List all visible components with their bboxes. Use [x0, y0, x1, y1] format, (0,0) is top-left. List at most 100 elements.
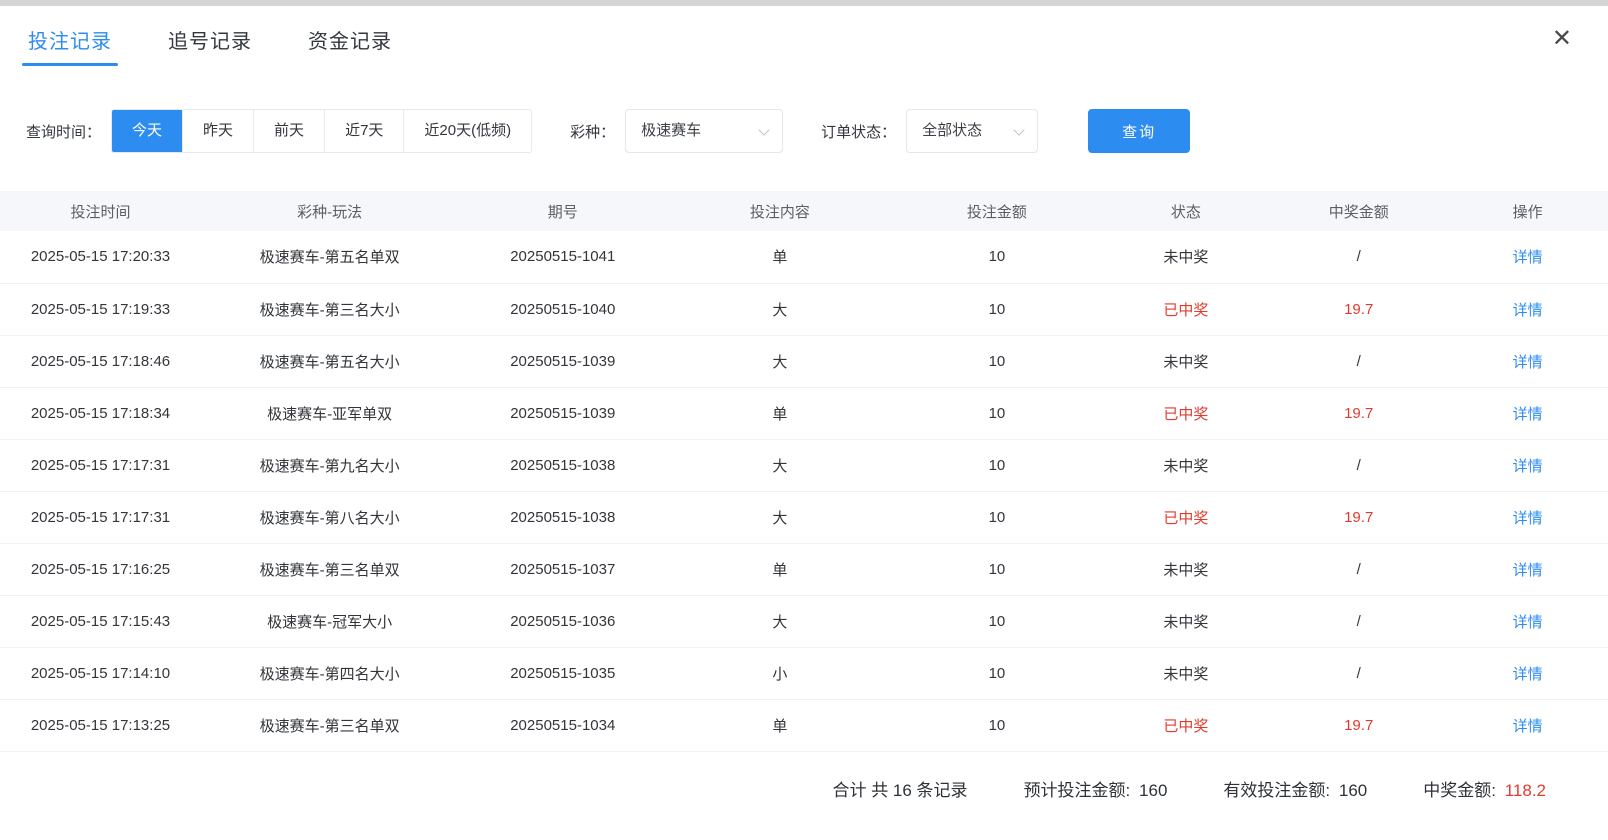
time-option-today[interactable]: 今天	[112, 110, 182, 152]
cell-bet-amount: 10	[892, 543, 1101, 595]
cell-prize-amount: /	[1270, 647, 1447, 699]
summary-prize-label: 中奖金额:	[1423, 781, 1496, 800]
cell-prize-amount: 19.7	[1270, 491, 1447, 543]
cell-game-play: 极速赛车-亚军单双	[201, 387, 458, 439]
cell-bet-content: 单	[667, 699, 892, 751]
cell-game-play: 极速赛车-第三名单双	[201, 543, 458, 595]
cell-issue: 20250515-1041	[458, 231, 667, 283]
time-option-last7days[interactable]: 近7天	[324, 110, 403, 152]
table-row: 2025-05-15 17:17:31 极速赛车-第九名大小 20250515-…	[0, 439, 1608, 491]
table-row: 2025-05-15 17:18:46 极速赛车-第五名大小 20250515-…	[0, 335, 1608, 387]
cell-issue: 20250515-1040	[458, 283, 667, 335]
summary-total-records: 合计 共 16 条记录	[832, 776, 967, 801]
table-row: 2025-05-15 17:18:34 极速赛车-亚军单双 20250515-1…	[0, 387, 1608, 439]
tab-chase-records[interactable]: 追号记录	[168, 6, 252, 72]
tab-fund-records[interactable]: 资金记录	[308, 6, 392, 72]
tab-bet-records[interactable]: 投注记录	[28, 6, 112, 72]
summary-prize-amount: 中奖金额: 118.2	[1419, 776, 1546, 801]
table-row: 2025-05-15 17:17:31 极速赛车-第八名大小 20250515-…	[0, 491, 1608, 543]
cell-bet-content: 大	[667, 595, 892, 647]
lottery-select[interactable]: 极速赛车	[625, 109, 783, 153]
time-filter-label: 查询时间：	[26, 121, 101, 142]
cell-game-play: 极速赛车-第九名大小	[201, 439, 458, 491]
cell-bet-amount: 10	[892, 387, 1101, 439]
cell-bet-content: 小	[667, 647, 892, 699]
bet-records-table: 投注时间 彩种-玩法 期号 投注内容 投注金额 状态 中奖金额 操作 2025-…	[0, 191, 1608, 752]
cell-bet-amount: 10	[892, 231, 1101, 283]
lottery-select-value: 极速赛车	[641, 122, 701, 139]
summary-valid-value: 160	[1339, 781, 1367, 800]
cell-game-play: 极速赛车-第八名大小	[201, 491, 458, 543]
detail-link[interactable]: 详情	[1513, 249, 1543, 266]
detail-link[interactable]: 详情	[1513, 562, 1543, 579]
time-option-day-before[interactable]: 前天	[253, 110, 324, 152]
cell-game-play: 极速赛车-第五名单双	[201, 231, 458, 283]
cell-bet-time: 2025-05-15 17:17:31	[0, 491, 201, 543]
cell-issue: 20250515-1035	[458, 647, 667, 699]
table-row: 2025-05-15 17:16:25 极速赛车-第三名单双 20250515-…	[0, 543, 1608, 595]
chevron-down-icon	[1013, 124, 1024, 135]
cell-bet-amount: 10	[892, 699, 1101, 751]
cell-bet-content: 单	[667, 231, 892, 283]
order-status-select[interactable]: 全部状态	[906, 109, 1038, 153]
cell-prize-amount: 19.7	[1270, 699, 1447, 751]
cell-bet-content: 大	[667, 439, 892, 491]
detail-link[interactable]: 详情	[1513, 458, 1543, 475]
order-status-filter-label: 订单状态：	[821, 121, 896, 142]
cell-status: 已中奖	[1101, 491, 1270, 543]
detail-link[interactable]: 详情	[1513, 718, 1543, 735]
cell-status: 未中奖	[1101, 231, 1270, 283]
time-option-yesterday[interactable]: 昨天	[182, 110, 253, 152]
cell-status: 未中奖	[1101, 439, 1270, 491]
table-row: 2025-05-15 17:13:25 极速赛车-第三名单双 20250515-…	[0, 699, 1608, 751]
close-icon[interactable]: ✕	[1544, 23, 1580, 55]
table-header-row: 投注时间 彩种-玩法 期号 投注内容 投注金额 状态 中奖金额 操作	[0, 191, 1608, 231]
lottery-filter-label: 彩种：	[570, 121, 615, 142]
detail-link[interactable]: 详情	[1513, 614, 1543, 631]
summary-prize-value: 118.2	[1505, 781, 1546, 800]
cell-bet-time: 2025-05-15 17:14:10	[0, 647, 201, 699]
header-status: 状态	[1101, 191, 1270, 231]
filter-bar: 查询时间： 今天 昨天 前天 近7天 近20天(低频) 彩种： 极速赛车 订单状…	[0, 72, 1608, 191]
chevron-down-icon	[758, 124, 769, 135]
search-button[interactable]: 查询	[1088, 109, 1190, 153]
table-body: 2025-05-15 17:20:33 极速赛车-第五名单双 20250515-…	[0, 231, 1608, 751]
cell-game-play: 极速赛车-第四名大小	[201, 647, 458, 699]
header-bet-time: 投注时间	[0, 191, 201, 231]
detail-link[interactable]: 详情	[1513, 510, 1543, 527]
cell-game-play: 极速赛车-第三名单双	[201, 699, 458, 751]
cell-bet-time: 2025-05-15 17:18:46	[0, 335, 201, 387]
cell-prize-amount: /	[1270, 439, 1447, 491]
detail-link[interactable]: 详情	[1513, 406, 1543, 423]
time-option-last20days[interactable]: 近20天(低频)	[403, 110, 531, 152]
cell-bet-time: 2025-05-15 17:13:25	[0, 699, 201, 751]
cell-bet-amount: 10	[892, 647, 1101, 699]
cell-bet-content: 单	[667, 387, 892, 439]
cell-bet-time: 2025-05-15 17:20:33	[0, 231, 201, 283]
detail-link[interactable]: 详情	[1513, 666, 1543, 683]
cell-status: 未中奖	[1101, 647, 1270, 699]
cell-bet-content: 单	[667, 543, 892, 595]
cell-prize-amount: 19.7	[1270, 283, 1447, 335]
cell-status: 未中奖	[1101, 335, 1270, 387]
cell-issue: 20250515-1034	[458, 699, 667, 751]
cell-prize-amount: /	[1270, 595, 1447, 647]
cell-prize-amount: /	[1270, 543, 1447, 595]
cell-issue: 20250515-1038	[458, 491, 667, 543]
header-bet-content: 投注内容	[667, 191, 892, 231]
order-status-select-value: 全部状态	[922, 122, 982, 139]
cell-bet-amount: 10	[892, 595, 1101, 647]
detail-link[interactable]: 详情	[1513, 354, 1543, 371]
detail-link[interactable]: 详情	[1513, 302, 1543, 319]
header-issue: 期号	[458, 191, 667, 231]
cell-bet-time: 2025-05-15 17:19:33	[0, 283, 201, 335]
cell-bet-time: 2025-05-15 17:17:31	[0, 439, 201, 491]
table-row: 2025-05-15 17:20:33 极速赛车-第五名单双 20250515-…	[0, 231, 1608, 283]
cell-bet-amount: 10	[892, 439, 1101, 491]
cell-game-play: 极速赛车-第三名大小	[201, 283, 458, 335]
summary-footer: 合计 共 16 条记录 预计投注金额: 160 有效投注金额: 160 中奖金额…	[0, 752, 1608, 801]
cell-status: 未中奖	[1101, 595, 1270, 647]
cell-issue: 20250515-1036	[458, 595, 667, 647]
cell-bet-amount: 10	[892, 491, 1101, 543]
cell-bet-time: 2025-05-15 17:16:25	[0, 543, 201, 595]
